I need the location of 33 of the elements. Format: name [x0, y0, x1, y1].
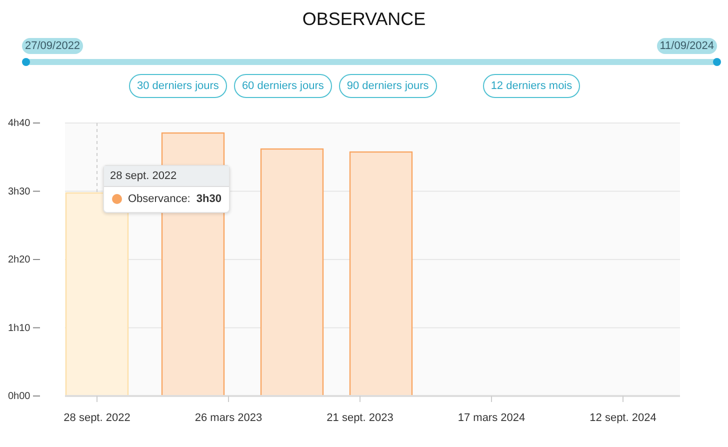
- period-button[interactable]: 30 derniers jours: [129, 74, 227, 98]
- tooltip-date: 28 sept. 2022: [104, 166, 230, 187]
- y-tick: [32, 259, 40, 260]
- y-tick-label: 3h30: [8, 186, 30, 198]
- x-tick-label: 17 mars 2024: [458, 412, 526, 424]
- x-tick-label: 28 sept. 2022: [64, 412, 130, 424]
- x-tick-label: 12 sept. 2024: [590, 412, 656, 424]
- x-tick: [622, 396, 624, 402]
- series-label: Observance:: [128, 193, 190, 205]
- x-tick-label: 26 mars 2023: [194, 412, 262, 424]
- y-tick-label: 2h20: [8, 254, 30, 266]
- y-tick-label: 0h00: [8, 391, 30, 402]
- x-tick: [491, 396, 492, 402]
- period-button[interactable]: 12 derniers mois: [482, 74, 580, 98]
- end-handle[interactable]: [713, 58, 721, 66]
- y-tick: [32, 327, 40, 328]
- y-tick-label: 1h10: [8, 322, 30, 334]
- y-tick: [32, 190, 40, 192]
- series-value: 3h30: [196, 193, 222, 205]
- start-handle[interactable]: [22, 58, 30, 66]
- chart-title: OBSERVANCE: [301, 8, 427, 31]
- x-tick: [228, 396, 229, 402]
- period-button[interactable]: 60 derniers jours: [234, 74, 332, 98]
- end-date-label: 11/09/2024: [656, 38, 717, 54]
- y-tick: [32, 122, 40, 124]
- period-button[interactable]: 90 derniers jours: [338, 74, 437, 98]
- bar[interactable]: [260, 148, 324, 397]
- range-slider-track[interactable]: [25, 59, 718, 65]
- start-date-label: 27/09/2022: [22, 38, 84, 54]
- bar[interactable]: [349, 151, 413, 397]
- x-tick-label: 21 sept. 2023: [326, 412, 394, 424]
- x-tick: [96, 396, 98, 402]
- y-tick-label: 4h40: [8, 118, 30, 129]
